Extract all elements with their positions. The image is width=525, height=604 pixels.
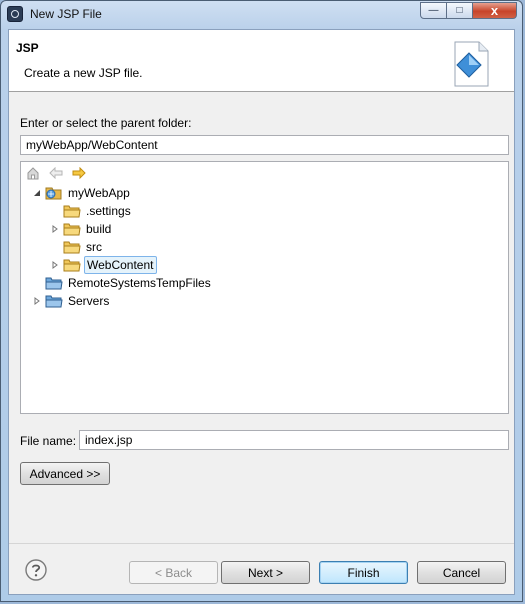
dialog-client-area: JSP Create a new JSP file. Enter or sele… (8, 29, 515, 595)
parent-folder-input[interactable] (20, 135, 509, 155)
jsp-file-wizard-icon (454, 41, 489, 87)
back-arrow-icon[interactable] (48, 165, 64, 181)
next-button[interactable]: Next > (221, 561, 310, 584)
window-controls: — □ x (420, 2, 517, 20)
home-icon[interactable] (25, 165, 41, 181)
tree-item-label: .settings (86, 204, 131, 218)
folder-icon (63, 257, 81, 273)
cancel-button[interactable]: Cancel (417, 561, 506, 584)
banner-description: Create a new JSP file. (24, 66, 143, 80)
folder-icon (63, 221, 81, 237)
file-name-label: File name: (20, 434, 77, 448)
folder-icon (63, 239, 81, 255)
folder-tree[interactable]: myWebApp .settings build src WebContent … (20, 161, 509, 414)
wizard-banner: JSP Create a new JSP file. (9, 30, 514, 92)
close-button[interactable]: x (473, 2, 517, 19)
window-title: New JSP File (30, 7, 102, 21)
tree-item-label: build (86, 222, 112, 236)
collapsed-arrow-icon[interactable] (49, 223, 61, 235)
collapsed-arrow-icon[interactable] (31, 295, 43, 307)
banner-title: JSP (16, 41, 39, 55)
eclipse-app-icon (7, 6, 23, 22)
back-button[interactable]: < Back (129, 561, 218, 584)
tree-item-settings[interactable]: .settings (63, 202, 133, 220)
tree-item-remotesystemstempfiles[interactable]: RemoteSystemsTempFiles (45, 274, 213, 292)
tree-item-label: RemoteSystemsTempFiles (68, 276, 211, 290)
dialog-window: New JSP File — □ x JSP Create a new JSP … (0, 0, 523, 602)
tree-nav-toolbar (25, 165, 87, 181)
tree-item-label: Servers (68, 294, 110, 308)
tree-item-servers[interactable]: Servers (31, 292, 111, 310)
button-bar-divider (9, 543, 514, 544)
file-name-input[interactable] (79, 430, 509, 450)
advanced-button[interactable]: Advanced >> (20, 462, 110, 485)
parent-folder-label: Enter or select the parent folder: (20, 116, 192, 130)
forward-arrow-icon[interactable] (71, 165, 87, 181)
tree-item-label: src (86, 240, 102, 254)
tree-item-label: WebContent (84, 256, 157, 274)
web-project-icon (45, 185, 63, 201)
tree-item-build[interactable]: build (49, 220, 113, 238)
project-folder-icon (45, 293, 63, 309)
finish-button[interactable]: Finish (319, 561, 408, 584)
title-bar[interactable]: New JSP File — □ x (1, 1, 522, 27)
tree-item-mywebapp[interactable]: myWebApp (31, 184, 132, 202)
expanded-arrow-icon[interactable] (31, 187, 43, 199)
tree-item-webcontent[interactable]: WebContent (49, 256, 157, 274)
tree-item-label: myWebApp (68, 186, 130, 200)
tree-item-src[interactable]: src (63, 238, 104, 256)
collapsed-arrow-icon[interactable] (49, 259, 61, 271)
help-icon[interactable] (25, 559, 47, 581)
minimize-button[interactable]: — (420, 2, 447, 19)
project-folder-icon (45, 275, 63, 291)
maximize-button[interactable]: □ (447, 2, 473, 19)
folder-icon (63, 203, 81, 219)
